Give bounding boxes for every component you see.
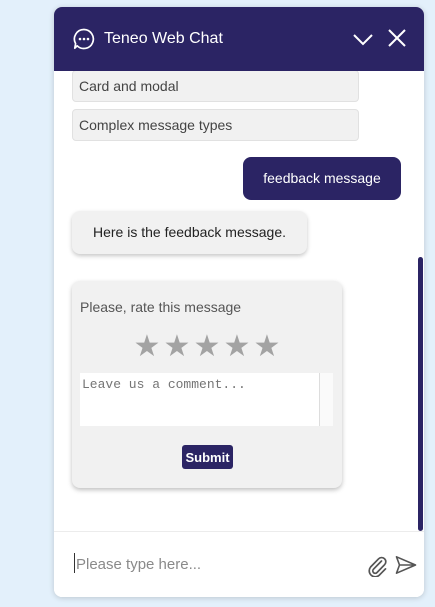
comment-scrollbar[interactable] <box>319 373 333 426</box>
send-icon[interactable] <box>395 555 417 575</box>
star-rating[interactable]: ★ ★ ★ ★ ★ <box>132 331 282 363</box>
feedback-card: Please, rate this message ★★★★★ Submit <box>72 281 342 488</box>
message-list[interactable]: Card and modal Complex message types fee… <box>54 71 424 531</box>
chat-window: Teneo Web Chat Card and modal Complex me… <box>54 7 424 597</box>
star-icon[interactable]: ★ <box>222 331 252 363</box>
quick-reply-card-and-modal[interactable]: Card and modal <box>72 71 359 102</box>
feedback-prompt: Please, rate this message <box>80 299 242 315</box>
star-icon[interactable]: ★ <box>252 331 282 363</box>
chat-title: Teneo Web Chat <box>104 30 223 47</box>
close-icon[interactable] <box>387 28 407 48</box>
bot-message: Here is the feedback message. <box>72 211 307 254</box>
feedback-comment-field[interactable] <box>80 373 332 426</box>
text-cursor <box>74 553 75 573</box>
chevron-down-icon[interactable] <box>352 29 374 49</box>
messages-scrollbar[interactable] <box>418 257 423 531</box>
paperclip-icon[interactable] <box>366 553 388 577</box>
star-icon[interactable]: ★ <box>192 331 222 363</box>
user-message: feedback message <box>243 157 401 200</box>
star-icon[interactable]: ★ <box>132 331 162 363</box>
star-icon[interactable]: ★ <box>162 331 192 363</box>
chat-bubble-icon <box>73 28 95 50</box>
chat-header: Teneo Web Chat <box>54 7 424 71</box>
submit-button[interactable]: Submit <box>182 445 233 469</box>
message-input[interactable] <box>74 552 348 576</box>
input-bar <box>54 531 424 597</box>
quick-reply-complex-message-types[interactable]: Complex message types <box>72 109 359 141</box>
